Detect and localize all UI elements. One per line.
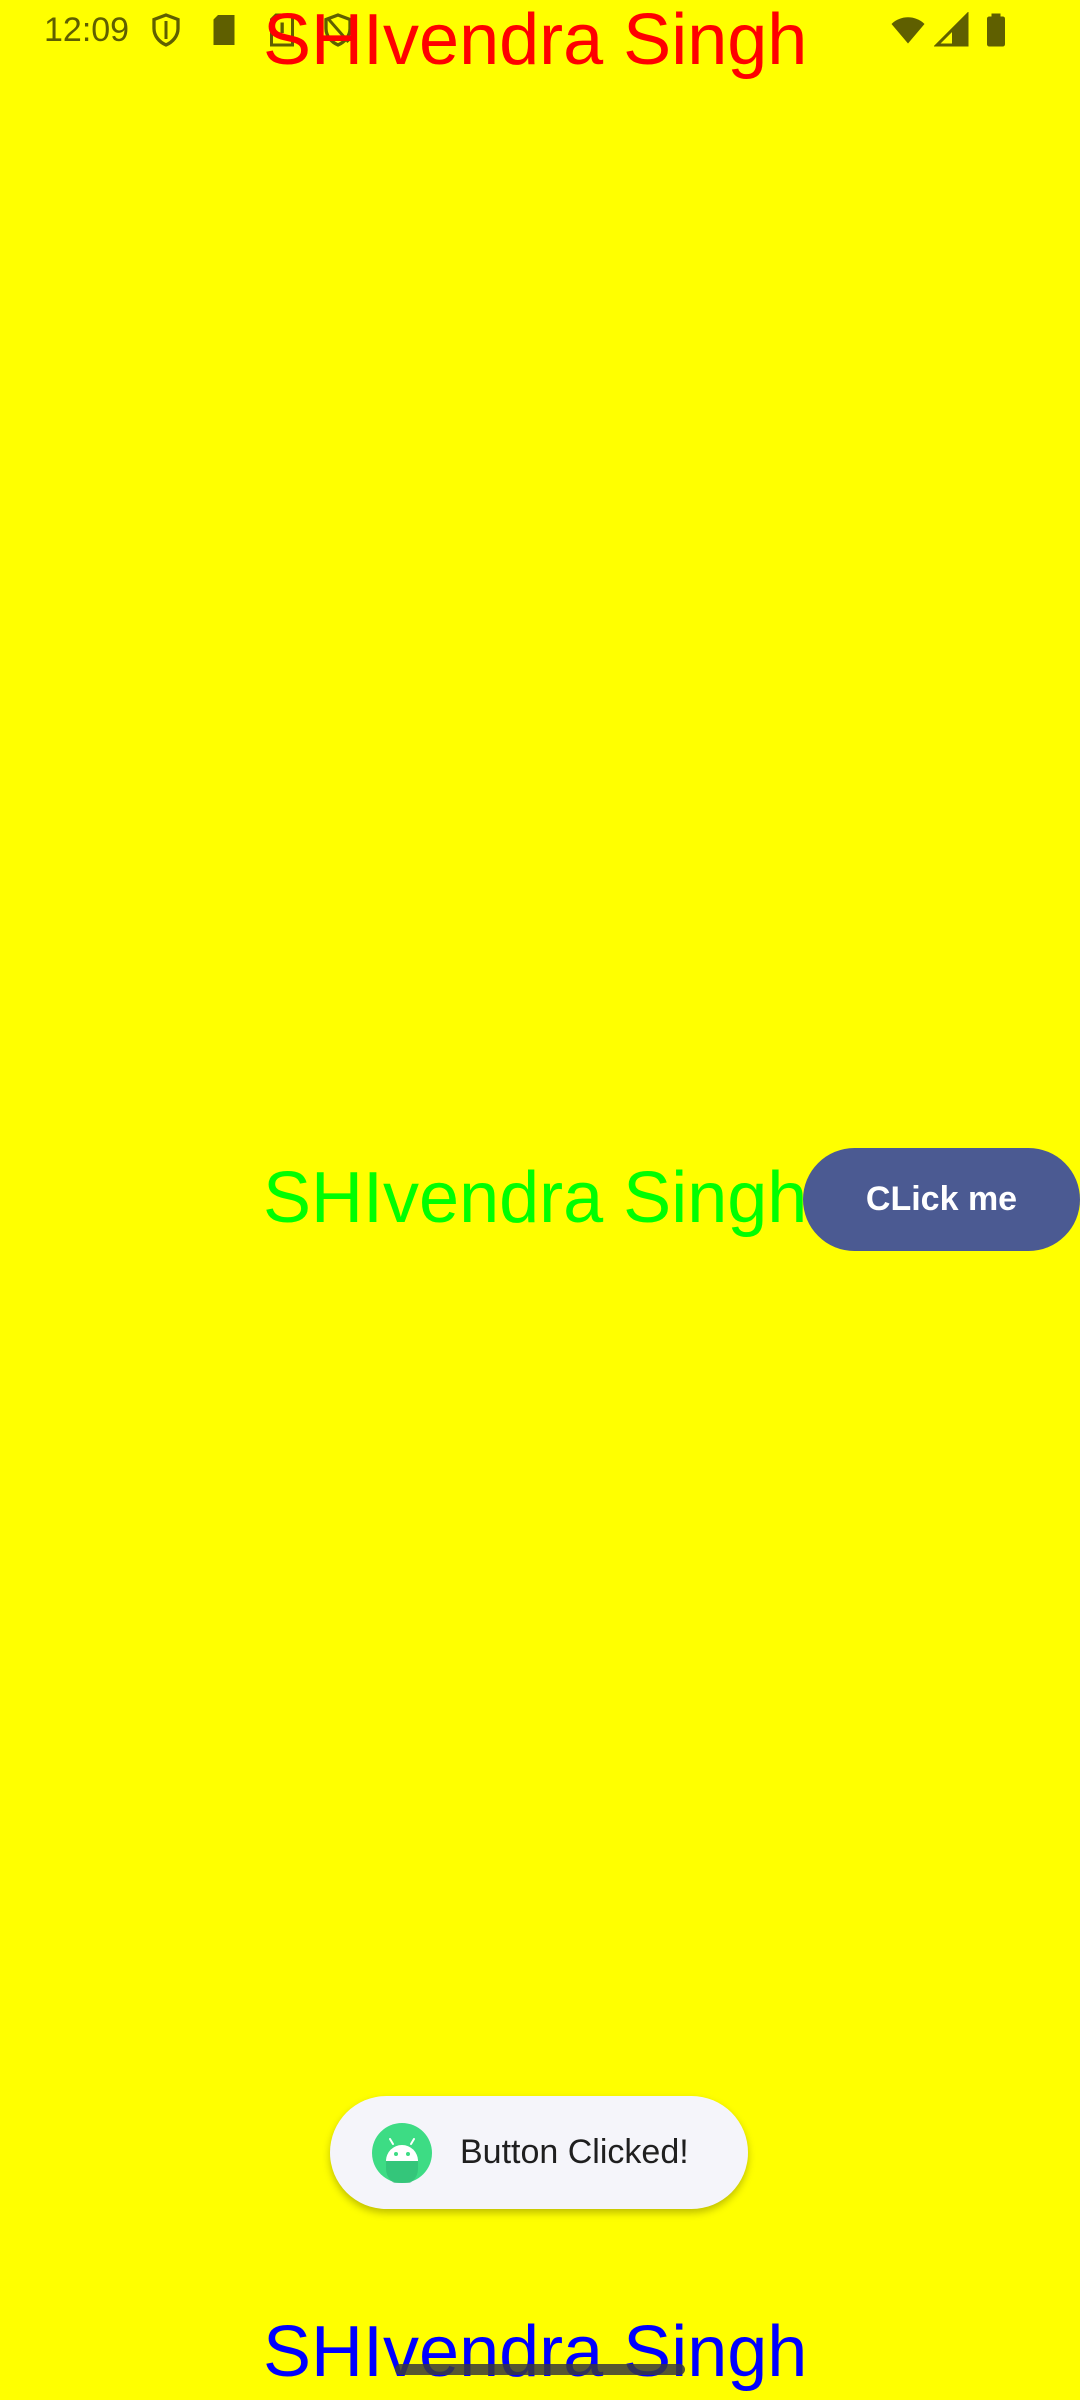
- bottom-name-text: SHIvendra Singh: [263, 2312, 808, 2392]
- status-time: 12:09: [44, 11, 130, 49]
- toast-message: Button Clicked!: [330, 2096, 748, 2209]
- app-screen: 12:09 SHIvendra Singh SHIvendra Singh CL…: [0, 0, 1080, 2400]
- battery-icon: [987, 13, 1005, 47]
- sd-card-icon: [213, 15, 235, 45]
- wifi-icon: [891, 17, 925, 44]
- android-icon: [372, 2122, 432, 2183]
- toast-text: Button Clicked!: [460, 2133, 689, 2171]
- top-name-text: SHIvendra Singh: [263, 0, 808, 80]
- gesture-handle[interactable]: [395, 2364, 685, 2375]
- click-me-button[interactable]: CLick me: [803, 1148, 1080, 1251]
- cell-signal-icon: [934, 12, 969, 47]
- shield-icon: [152, 13, 180, 47]
- middle-name-text: SHIvendra Singh: [263, 1158, 808, 1238]
